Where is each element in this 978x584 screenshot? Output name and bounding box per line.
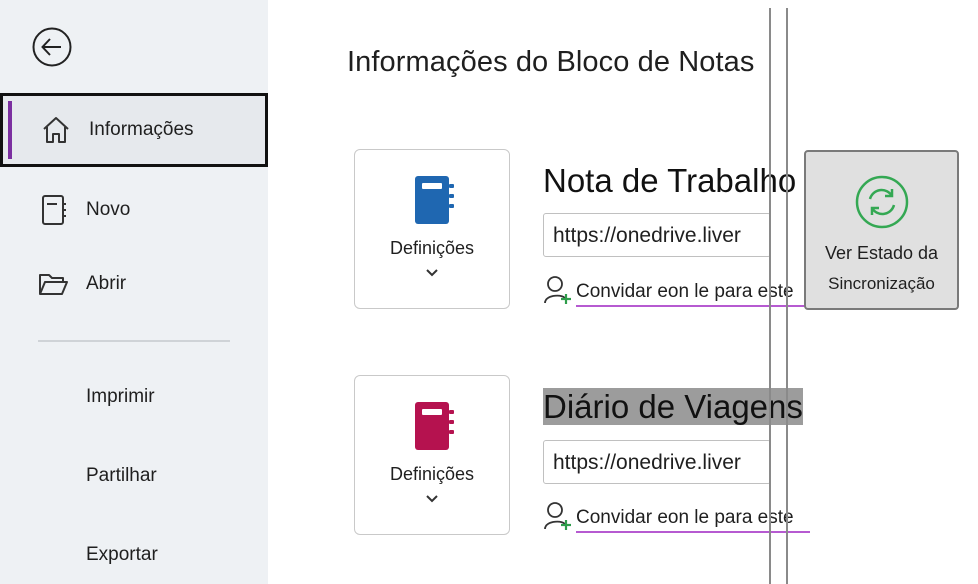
folder-open-icon [36, 267, 70, 301]
settings-label: Definições [389, 238, 475, 258]
add-person-icon [543, 500, 575, 538]
sidebar-item-imprimir[interactable]: Imprimir [86, 386, 155, 408]
notebook-name: Diário de Viagens [543, 388, 803, 426]
home-icon [39, 113, 73, 147]
notebook-settings-button[interactable]: Definições [354, 375, 510, 535]
chevron-down-icon [355, 491, 509, 509]
sync-icon [854, 174, 910, 235]
settings-label: Definições [389, 464, 475, 484]
page-title: Informações do Bloco de Notas [347, 46, 755, 78]
invite-text: Convidar eon le para este [576, 507, 794, 528]
new-notebook-icon [36, 193, 70, 227]
invite-text: Convidar eon le para este [576, 281, 794, 302]
sidebar-item-partilhar[interactable]: Partilhar [86, 465, 157, 487]
vertical-divider [786, 8, 788, 584]
sync-label-line1: Ver Estado da [824, 243, 939, 263]
sync-label-line2: Sincronização [828, 274, 935, 293]
sidebar-item-label: Abrir [86, 273, 127, 294]
back-arrow-icon [32, 27, 72, 67]
notebook-url-field[interactable]: https://onedrive.liver [543, 213, 771, 257]
back-button[interactable] [32, 27, 72, 67]
sidebar-item-abrir[interactable]: Abrir [0, 247, 268, 321]
vertical-divider [769, 8, 771, 584]
sidebar-item-informacoes[interactable]: Informações [0, 93, 268, 167]
notebook-icon [413, 400, 457, 459]
notebook-url-field[interactable]: https://onedrive.liver [543, 440, 771, 484]
notebook-settings-button[interactable]: Definições [354, 149, 510, 309]
notebook-icon [413, 174, 457, 233]
sidebar-item-novo[interactable]: Novo [0, 173, 268, 247]
sidebar-item-label: Informações [89, 119, 194, 140]
chevron-down-icon [355, 265, 509, 283]
sidebar-item-label: Novo [86, 199, 131, 220]
add-person-icon [543, 274, 575, 312]
view-sync-status-button[interactable]: Ver Estado da Sincronização [804, 150, 959, 310]
notebook-name-text: Diário de Viagens [543, 388, 803, 425]
sidebar-item-exportar[interactable]: Exportar [86, 544, 158, 566]
invite-underline [576, 305, 810, 307]
sidebar: Informações Novo Abrir Imprimir Partilha… [0, 0, 268, 584]
invite-underline [576, 531, 810, 533]
notebook-name: Nota de Trabalho [543, 162, 797, 199]
sidebar-divider [38, 340, 230, 342]
